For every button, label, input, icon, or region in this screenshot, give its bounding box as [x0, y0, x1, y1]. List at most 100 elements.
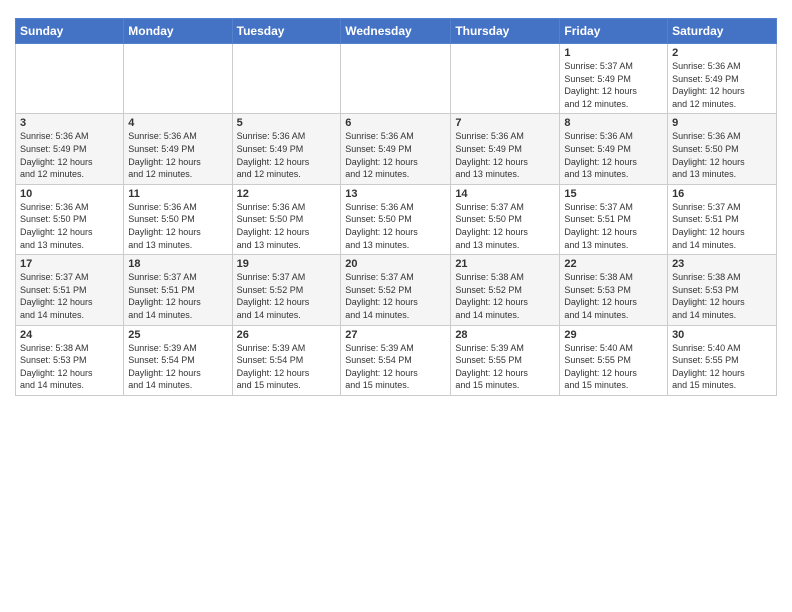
day-info: Sunrise: 5:37 AM Sunset: 5:50 PM Dayligh… [455, 201, 555, 251]
day-number: 11 [128, 188, 227, 200]
day-info: Sunrise: 5:39 AM Sunset: 5:54 PM Dayligh… [237, 342, 337, 392]
calendar-cell: 1Sunrise: 5:37 AM Sunset: 5:49 PM Daylig… [560, 44, 668, 114]
day-number: 10 [20, 188, 119, 200]
calendar-cell: 16Sunrise: 5:37 AM Sunset: 5:51 PM Dayli… [668, 184, 777, 254]
calendar-cell [124, 44, 232, 114]
day-number: 5 [237, 117, 337, 129]
day-number: 1 [564, 47, 663, 59]
day-number: 15 [564, 188, 663, 200]
day-info: Sunrise: 5:37 AM Sunset: 5:51 PM Dayligh… [128, 271, 227, 321]
calendar-cell: 2Sunrise: 5:36 AM Sunset: 5:49 PM Daylig… [668, 44, 777, 114]
weekday-header: Monday [124, 19, 232, 44]
day-info: Sunrise: 5:37 AM Sunset: 5:51 PM Dayligh… [20, 271, 119, 321]
calendar-cell: 27Sunrise: 5:39 AM Sunset: 5:54 PM Dayli… [341, 325, 451, 395]
day-number: 20 [345, 258, 446, 270]
calendar-week-row: 1Sunrise: 5:37 AM Sunset: 5:49 PM Daylig… [16, 44, 777, 114]
calendar-cell: 23Sunrise: 5:38 AM Sunset: 5:53 PM Dayli… [668, 255, 777, 325]
day-number: 12 [237, 188, 337, 200]
day-number: 4 [128, 117, 227, 129]
calendar-cell: 4Sunrise: 5:36 AM Sunset: 5:49 PM Daylig… [124, 114, 232, 184]
weekday-header-row: SundayMondayTuesdayWednesdayThursdayFrid… [16, 19, 777, 44]
calendar-week-row: 3Sunrise: 5:36 AM Sunset: 5:49 PM Daylig… [16, 114, 777, 184]
day-info: Sunrise: 5:40 AM Sunset: 5:55 PM Dayligh… [672, 342, 772, 392]
day-info: Sunrise: 5:38 AM Sunset: 5:52 PM Dayligh… [455, 271, 555, 321]
day-info: Sunrise: 5:36 AM Sunset: 5:49 PM Dayligh… [128, 130, 227, 180]
day-info: Sunrise: 5:38 AM Sunset: 5:53 PM Dayligh… [564, 271, 663, 321]
day-number: 16 [672, 188, 772, 200]
day-number: 8 [564, 117, 663, 129]
calendar-cell [451, 44, 560, 114]
day-info: Sunrise: 5:36 AM Sunset: 5:50 PM Dayligh… [345, 201, 446, 251]
day-number: 7 [455, 117, 555, 129]
day-number: 18 [128, 258, 227, 270]
day-number: 19 [237, 258, 337, 270]
day-info: Sunrise: 5:36 AM Sunset: 5:49 PM Dayligh… [455, 130, 555, 180]
calendar-cell: 22Sunrise: 5:38 AM Sunset: 5:53 PM Dayli… [560, 255, 668, 325]
day-info: Sunrise: 5:36 AM Sunset: 5:49 PM Dayligh… [345, 130, 446, 180]
calendar-cell: 29Sunrise: 5:40 AM Sunset: 5:55 PM Dayli… [560, 325, 668, 395]
day-number: 13 [345, 188, 446, 200]
weekday-header: Sunday [16, 19, 124, 44]
calendar-cell: 17Sunrise: 5:37 AM Sunset: 5:51 PM Dayli… [16, 255, 124, 325]
day-number: 22 [564, 258, 663, 270]
day-number: 28 [455, 329, 555, 341]
day-info: Sunrise: 5:39 AM Sunset: 5:55 PM Dayligh… [455, 342, 555, 392]
calendar-cell [341, 44, 451, 114]
calendar-cell: 13Sunrise: 5:36 AM Sunset: 5:50 PM Dayli… [341, 184, 451, 254]
day-info: Sunrise: 5:36 AM Sunset: 5:49 PM Dayligh… [672, 60, 772, 110]
day-info: Sunrise: 5:37 AM Sunset: 5:51 PM Dayligh… [564, 201, 663, 251]
calendar-cell [16, 44, 124, 114]
calendar-cell: 3Sunrise: 5:36 AM Sunset: 5:49 PM Daylig… [16, 114, 124, 184]
day-number: 9 [672, 117, 772, 129]
day-info: Sunrise: 5:37 AM Sunset: 5:52 PM Dayligh… [237, 271, 337, 321]
calendar-cell: 21Sunrise: 5:38 AM Sunset: 5:52 PM Dayli… [451, 255, 560, 325]
day-info: Sunrise: 5:39 AM Sunset: 5:54 PM Dayligh… [128, 342, 227, 392]
calendar-cell: 20Sunrise: 5:37 AM Sunset: 5:52 PM Dayli… [341, 255, 451, 325]
calendar-cell: 6Sunrise: 5:36 AM Sunset: 5:49 PM Daylig… [341, 114, 451, 184]
weekday-header: Wednesday [341, 19, 451, 44]
calendar-cell: 10Sunrise: 5:36 AM Sunset: 5:50 PM Dayli… [16, 184, 124, 254]
day-number: 17 [20, 258, 119, 270]
calendar-week-row: 17Sunrise: 5:37 AM Sunset: 5:51 PM Dayli… [16, 255, 777, 325]
day-number: 2 [672, 47, 772, 59]
calendar-cell: 8Sunrise: 5:36 AM Sunset: 5:49 PM Daylig… [560, 114, 668, 184]
day-info: Sunrise: 5:36 AM Sunset: 5:50 PM Dayligh… [237, 201, 337, 251]
weekday-header: Thursday [451, 19, 560, 44]
calendar-week-row: 24Sunrise: 5:38 AM Sunset: 5:53 PM Dayli… [16, 325, 777, 395]
calendar-cell: 19Sunrise: 5:37 AM Sunset: 5:52 PM Dayli… [232, 255, 341, 325]
calendar-cell: 26Sunrise: 5:39 AM Sunset: 5:54 PM Dayli… [232, 325, 341, 395]
day-number: 27 [345, 329, 446, 341]
day-info: Sunrise: 5:38 AM Sunset: 5:53 PM Dayligh… [672, 271, 772, 321]
calendar-cell: 25Sunrise: 5:39 AM Sunset: 5:54 PM Dayli… [124, 325, 232, 395]
weekday-header: Friday [560, 19, 668, 44]
page: General Blue SundayMondayTuesdayWednesda… [0, 0, 792, 411]
day-number: 30 [672, 329, 772, 341]
day-number: 25 [128, 329, 227, 341]
calendar-cell: 28Sunrise: 5:39 AM Sunset: 5:55 PM Dayli… [451, 325, 560, 395]
day-info: Sunrise: 5:36 AM Sunset: 5:49 PM Dayligh… [564, 130, 663, 180]
day-info: Sunrise: 5:38 AM Sunset: 5:53 PM Dayligh… [20, 342, 119, 392]
day-info: Sunrise: 5:36 AM Sunset: 5:50 PM Dayligh… [20, 201, 119, 251]
day-number: 26 [237, 329, 337, 341]
day-info: Sunrise: 5:37 AM Sunset: 5:51 PM Dayligh… [672, 201, 772, 251]
day-info: Sunrise: 5:40 AM Sunset: 5:55 PM Dayligh… [564, 342, 663, 392]
calendar-cell: 12Sunrise: 5:36 AM Sunset: 5:50 PM Dayli… [232, 184, 341, 254]
day-number: 24 [20, 329, 119, 341]
calendar-cell: 5Sunrise: 5:36 AM Sunset: 5:49 PM Daylig… [232, 114, 341, 184]
calendar-cell: 7Sunrise: 5:36 AM Sunset: 5:49 PM Daylig… [451, 114, 560, 184]
day-number: 21 [455, 258, 555, 270]
calendar-table: SundayMondayTuesdayWednesdayThursdayFrid… [15, 18, 777, 396]
day-info: Sunrise: 5:39 AM Sunset: 5:54 PM Dayligh… [345, 342, 446, 392]
calendar-week-row: 10Sunrise: 5:36 AM Sunset: 5:50 PM Dayli… [16, 184, 777, 254]
day-info: Sunrise: 5:36 AM Sunset: 5:49 PM Dayligh… [237, 130, 337, 180]
calendar-cell [232, 44, 341, 114]
weekday-header: Tuesday [232, 19, 341, 44]
calendar-cell: 24Sunrise: 5:38 AM Sunset: 5:53 PM Dayli… [16, 325, 124, 395]
day-info: Sunrise: 5:36 AM Sunset: 5:49 PM Dayligh… [20, 130, 119, 180]
calendar-cell: 9Sunrise: 5:36 AM Sunset: 5:50 PM Daylig… [668, 114, 777, 184]
day-number: 14 [455, 188, 555, 200]
day-number: 29 [564, 329, 663, 341]
calendar-cell: 11Sunrise: 5:36 AM Sunset: 5:50 PM Dayli… [124, 184, 232, 254]
weekday-header: Saturday [668, 19, 777, 44]
calendar-cell: 30Sunrise: 5:40 AM Sunset: 5:55 PM Dayli… [668, 325, 777, 395]
